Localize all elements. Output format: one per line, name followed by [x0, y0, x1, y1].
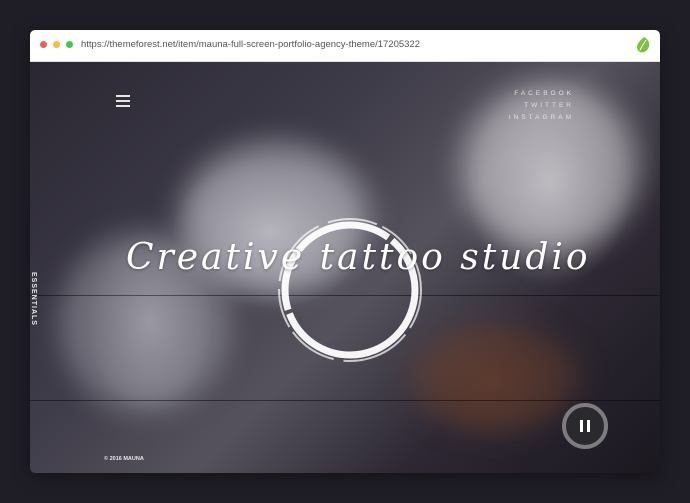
envato-leaf-icon [637, 37, 650, 53]
browser-window: https://themeforest.net/item/mauna-full-… [30, 30, 660, 473]
address-bar[interactable]: https://themeforest.net/item/mauna-full-… [81, 39, 420, 50]
divider-line-bottom [30, 400, 660, 401]
copyright-text: © 2016 MAUNA [104, 456, 144, 462]
pause-icon [580, 420, 583, 432]
pause-button[interactable] [562, 403, 608, 449]
hamburger-menu-icon[interactable] [116, 95, 130, 107]
side-label[interactable]: ESSENTIALS [30, 272, 37, 326]
maximize-window-button[interactable] [66, 41, 73, 48]
facebook-link[interactable]: FACEBOOK [509, 88, 574, 100]
hero-headline: Creative tattoo studio [126, 237, 591, 278]
twitter-link[interactable]: TWITTER [509, 100, 574, 112]
skin-shape [410, 322, 580, 432]
brush-circle-icon [278, 218, 422, 362]
browser-toolbar: https://themeforest.net/item/mauna-full-… [30, 30, 660, 62]
close-window-button[interactable] [40, 41, 47, 48]
minimize-window-button[interactable] [53, 41, 60, 48]
social-links: FACEBOOK TWITTER INSTAGRAM [509, 88, 574, 124]
hero-section: FACEBOOK TWITTER INSTAGRAM ESSENTIALS Cr… [30, 62, 660, 473]
instagram-link[interactable]: INSTAGRAM [509, 112, 574, 124]
